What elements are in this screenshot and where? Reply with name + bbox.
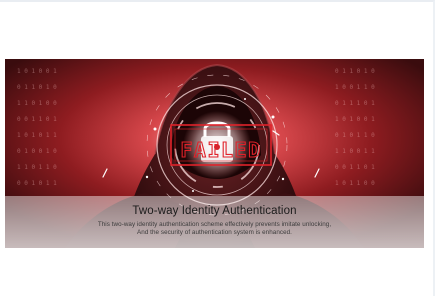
caption-band: Two-way Identity Authentication This two…	[5, 196, 424, 248]
banner-description-line-1: This two-way identity authentication sch…	[97, 221, 332, 228]
svg-text:1 0 0 1 1 0: 1 0 0 1 1 0	[335, 84, 375, 91]
svg-text:0 1 1 1 0 1: 0 1 1 1 0 1	[335, 100, 375, 107]
svg-text:0 1 1 0 1 0: 0 1 1 0 1 0	[335, 68, 375, 75]
svg-text:0 0 1 1 0 1: 0 0 1 1 0 1	[17, 116, 57, 123]
svg-text:0 1 1 0 1 0: 0 1 1 0 1 0	[17, 84, 57, 91]
svg-text:1 0 1 1 0 0: 1 0 1 1 0 0	[335, 180, 375, 187]
banner-title: Two-way Identity Authentication	[132, 205, 297, 217]
banner-description-line-2: And the security of authentication syste…	[137, 229, 292, 236]
svg-text:0 0 1 0 1 1: 0 0 1 0 1 1	[17, 180, 57, 187]
svg-text:0 1 0 1 1 0: 0 1 0 1 1 0	[335, 132, 375, 139]
svg-text:1 1 0 0 1 1: 1 1 0 0 1 1	[335, 148, 375, 155]
svg-text:1 0 1 0 0 1: 1 0 1 0 0 1	[17, 68, 57, 75]
svg-text:0 1 0 0 1 0: 0 1 0 0 1 0	[17, 148, 57, 155]
hero-banner: 1 0 1 0 0 1 0 1 1 0 1 0 1 1 0 1 0 0 0 0 …	[5, 59, 424, 248]
svg-text:0 0 1 1 0 1: 0 0 1 1 0 1	[335, 164, 375, 171]
svg-text:1 0 1 0 0 1: 1 0 1 0 0 1	[335, 116, 375, 123]
failed-stamp-text: FAILED	[180, 138, 261, 162]
page-frame: 1 0 1 0 0 1 0 1 1 0 1 0 1 1 0 1 0 0 0 0 …	[0, 0, 435, 296]
svg-text:1 1 0 1 1 0: 1 1 0 1 1 0	[17, 164, 57, 171]
svg-text:1 1 0 1 0 0: 1 1 0 1 0 0	[17, 100, 57, 107]
svg-text:1 0 1 0 1 1: 1 0 1 0 1 1	[17, 132, 57, 139]
